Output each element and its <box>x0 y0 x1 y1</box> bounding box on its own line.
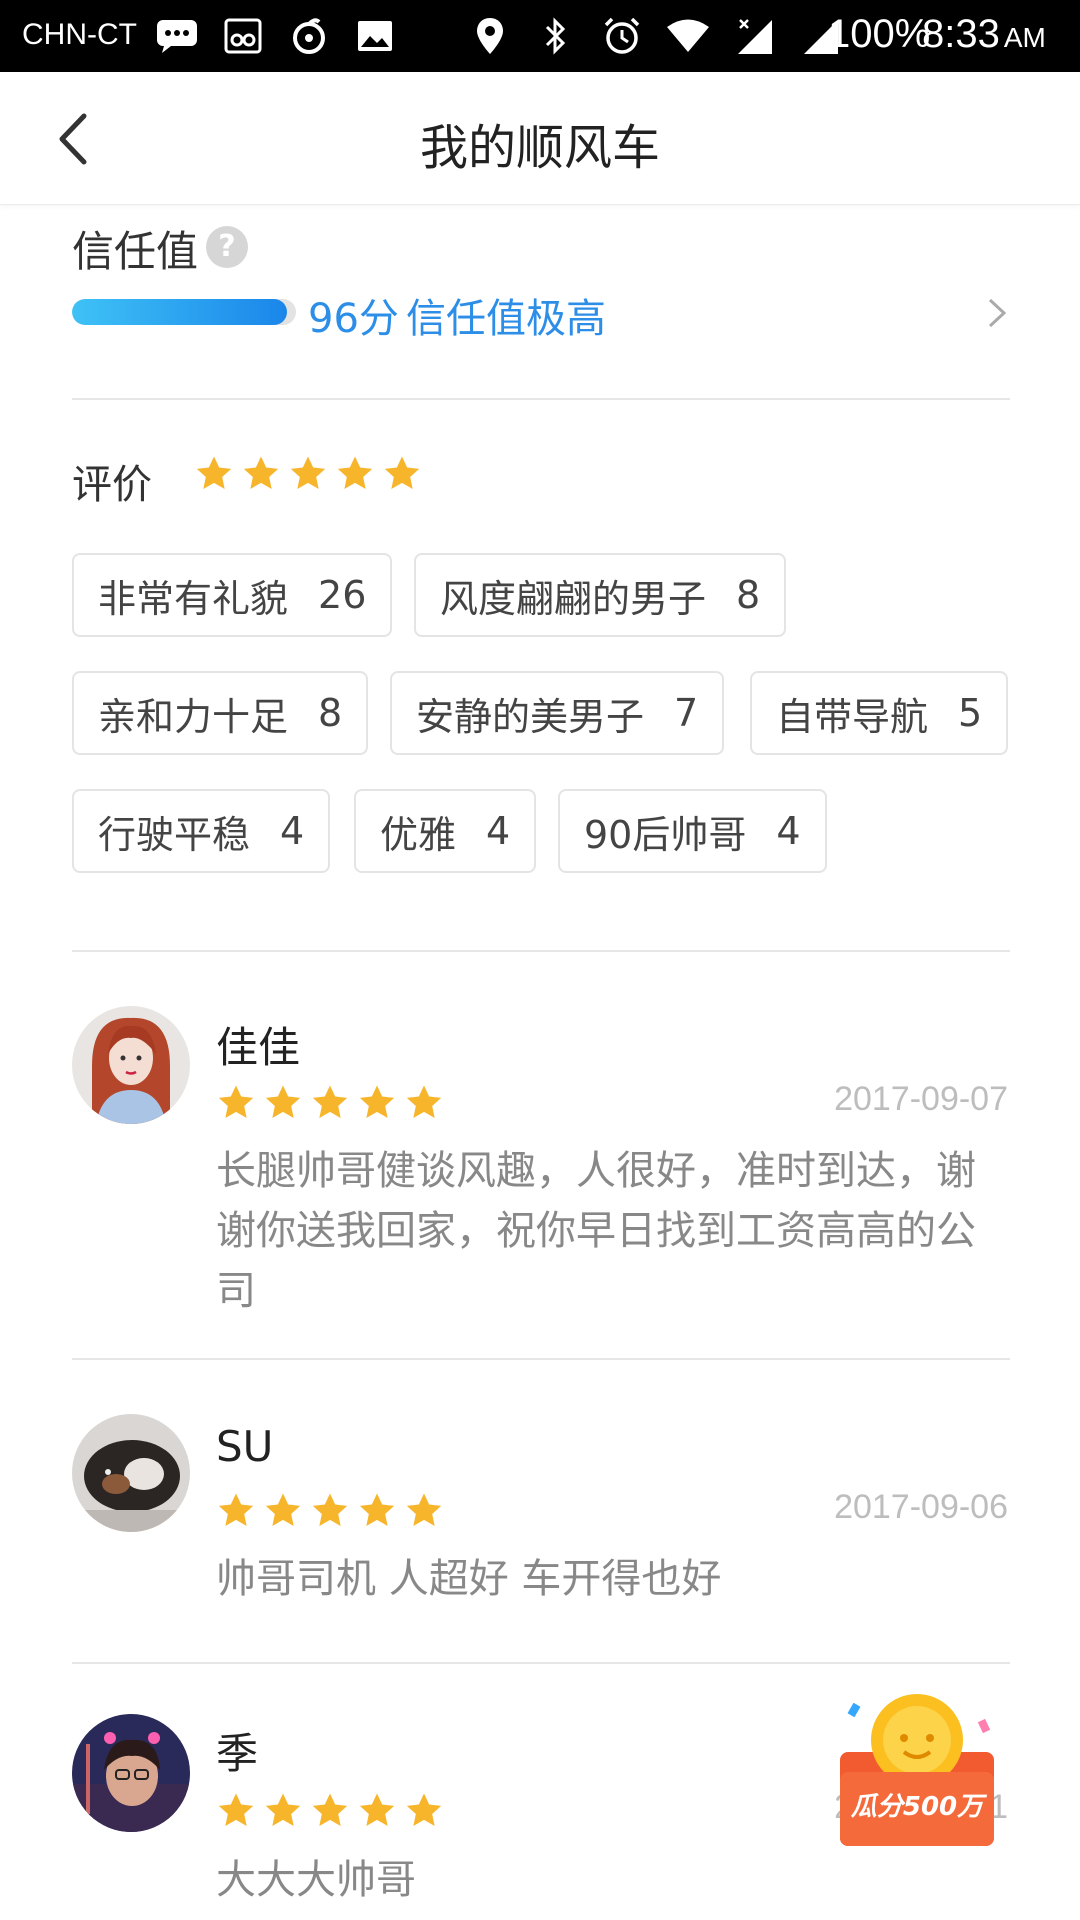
star-icon <box>265 1793 301 1826</box>
star-icon <box>290 456 326 489</box>
trust-progress-fill <box>72 299 288 325</box>
review-stars <box>216 1491 444 1531</box>
location-icon <box>468 14 512 58</box>
review-text: 长腿帅哥健谈风趣，人很好，准时到达，谢谢你送我回家，祝你早日找到工资高高的公司 <box>216 1148 976 1314</box>
review-date: 2017-09-06 <box>834 1488 1008 1526</box>
tag-count: 4 <box>280 809 305 853</box>
trust-progress-bar <box>72 299 296 325</box>
tag-count: 8 <box>318 691 343 735</box>
tag-label: 行驶平稳 <box>98 812 251 857</box>
tag-chip[interactable]: 亲和力十足 8 <box>72 671 369 755</box>
star-icon <box>265 1493 301 1526</box>
star-icon <box>406 1085 442 1118</box>
alarm-icon <box>600 14 644 58</box>
star-icon <box>359 1085 395 1118</box>
signal-x-icon <box>732 14 776 58</box>
star-icon <box>243 456 279 489</box>
divider <box>72 950 1010 952</box>
cat-app-icon <box>221 14 265 58</box>
tag-label: 自带导航 <box>776 694 929 739</box>
status-bar: CHN-CT 100% 8:33 AM <box>0 0 1080 72</box>
promo-label: 瓜分500万 <box>850 1792 984 1822</box>
tag-count: 26 <box>318 573 367 617</box>
star-icon <box>218 1493 254 1526</box>
review-stars <box>216 1791 444 1831</box>
clock: 8:33 AM <box>922 12 1046 57</box>
tag-count: 5 <box>958 691 983 735</box>
star-icon <box>196 456 232 489</box>
rating-label: 评价 <box>72 462 152 508</box>
clock-time: 8:33 <box>922 12 1000 56</box>
gallery-icon <box>353 14 397 58</box>
reviewer-name: SU <box>216 1422 274 1471</box>
tag-label: 风度翩翩的男子 <box>440 576 707 621</box>
divider <box>72 1662 1010 1664</box>
tag-count: 7 <box>674 691 699 735</box>
music-app-icon <box>287 14 331 58</box>
tag-chip[interactable]: 行驶平稳 4 <box>72 789 331 873</box>
avatar[interactable] <box>72 1714 190 1832</box>
tag-count: 8 <box>736 573 761 617</box>
tag-chip[interactable]: 90后帅哥 4 <box>558 789 827 873</box>
star-icon <box>406 1493 442 1526</box>
chevron-right-icon[interactable] <box>986 296 1008 330</box>
avatar[interactable] <box>72 1006 190 1124</box>
message-icon <box>155 14 199 58</box>
star-icon <box>406 1793 442 1826</box>
review-text: 帅哥司机 人超好 车开得也好 <box>216 1556 722 1602</box>
star-icon <box>359 1793 395 1826</box>
reviewer-name: 佳佳 <box>216 1023 301 1072</box>
trust-score[interactable]: 96分 <box>308 286 399 344</box>
rating-stars <box>194 454 422 494</box>
nav-header: 我的顺风车 <box>0 72 1080 205</box>
divider <box>72 398 1010 400</box>
wifi-icon <box>666 14 710 58</box>
review-stars <box>216 1083 444 1123</box>
star-icon <box>312 1493 348 1526</box>
reviewer-name: 季 <box>216 1729 259 1778</box>
page-title: 我的顺风车 <box>419 120 660 176</box>
tag-chip[interactable]: 自带导航 5 <box>750 671 1009 755</box>
tag-label: 亲和力十足 <box>98 694 289 739</box>
promo-badge[interactable]: 瓜分500万 <box>832 1690 1002 1850</box>
coin-envelope-icon <box>840 1694 994 1846</box>
star-icon <box>265 1085 301 1118</box>
tag-chip[interactable]: 风度翩翩的男子 8 <box>414 553 787 637</box>
bluetooth-icon <box>534 14 578 58</box>
star-icon <box>218 1085 254 1118</box>
trust-label: 信任值 <box>72 227 199 276</box>
help-icon[interactable]: ? <box>206 226 248 268</box>
tag-chip[interactable]: 优雅 4 <box>354 789 537 873</box>
review-text: 大大大帅哥 <box>216 1857 416 1903</box>
star-icon <box>218 1793 254 1826</box>
review-date: 2017-09-07 <box>834 1080 1008 1118</box>
trust-description[interactable]: 信任值极高 <box>406 286 606 344</box>
avatar[interactable] <box>72 1414 190 1532</box>
tag-count: 4 <box>486 809 511 853</box>
carrier-label: CHN-CT <box>22 18 137 51</box>
tag-label: 非常有礼貌 <box>98 576 289 621</box>
clock-ampm: AM <box>1003 22 1046 53</box>
tag-label: 安静的美男子 <box>416 694 645 739</box>
star-icon <box>384 456 420 489</box>
star-icon <box>312 1793 348 1826</box>
tag-chip[interactable]: 安静的美男子 7 <box>390 671 725 755</box>
divider <box>72 1358 1010 1360</box>
star-icon <box>359 1493 395 1526</box>
star-icon <box>337 456 373 489</box>
star-icon <box>312 1085 348 1118</box>
tag-count: 4 <box>776 809 801 853</box>
battery-level: 100% <box>828 12 931 56</box>
tag-label: 90后帅哥 <box>584 812 747 857</box>
tag-label: 优雅 <box>380 812 457 857</box>
tag-chip[interactable]: 非常有礼貌 26 <box>72 553 393 637</box>
